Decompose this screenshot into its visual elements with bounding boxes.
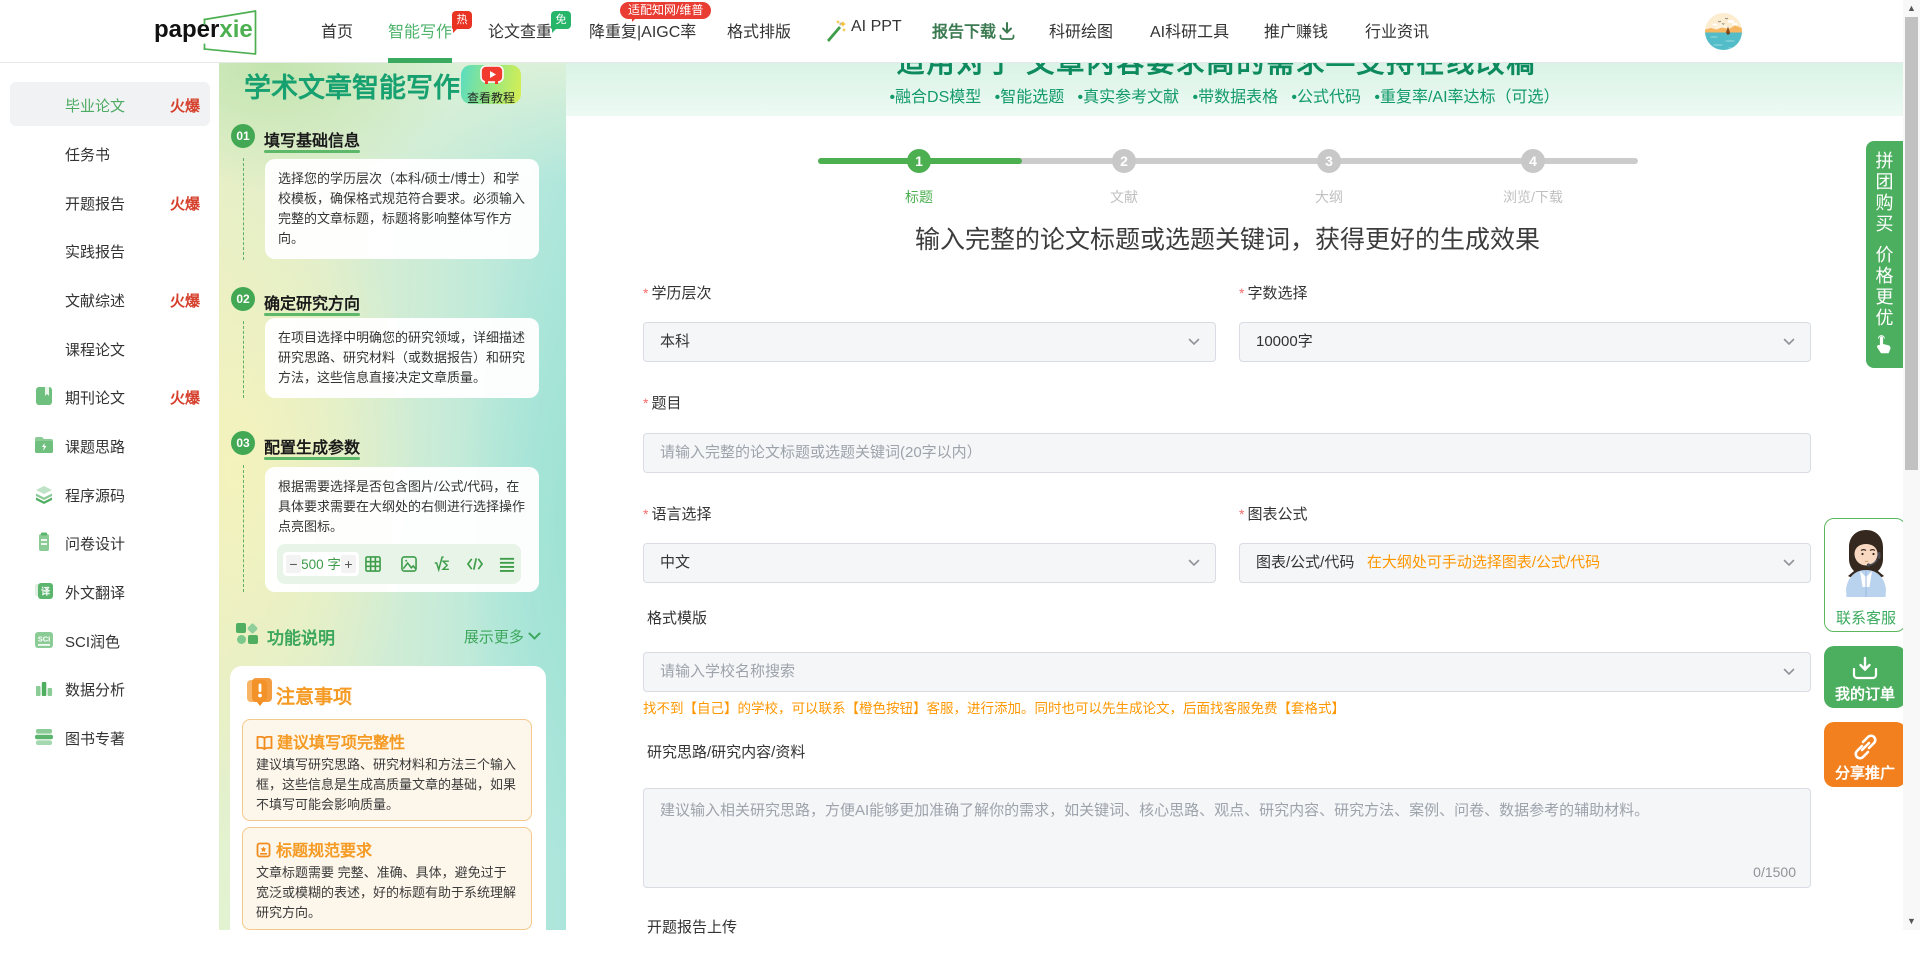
svg-text:译: 译 (41, 586, 51, 597)
svg-text:SCI: SCI (38, 635, 51, 644)
